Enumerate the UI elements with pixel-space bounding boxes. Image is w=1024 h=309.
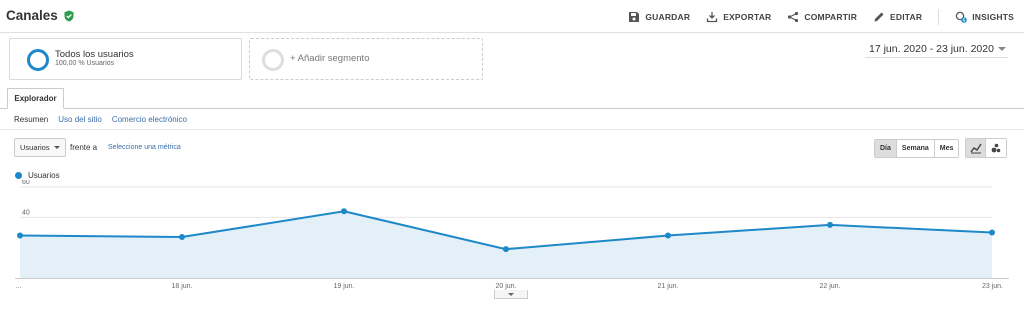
data-point (989, 229, 995, 236)
edit-label: EDITAR (890, 11, 923, 22)
x-tick-label: 21 jun. (657, 283, 678, 290)
subtab-divider (0, 129, 1024, 130)
data-point (665, 232, 671, 239)
page-title-wrap: Canales (6, 8, 75, 23)
period-toggle: Día Semana Mes (874, 139, 960, 158)
select-metric-link[interactable]: Seleccione una métrica (108, 144, 181, 151)
save-label: GUARDAR (645, 11, 691, 22)
period-week-button[interactable]: Semana (897, 140, 935, 157)
legend-label: Usuarios (28, 171, 60, 180)
header-divider (938, 8, 940, 25)
share-label: COMPARTIR (804, 11, 858, 22)
date-range-label: 17 jun. 2020 - 23 jun. 2020 (869, 42, 994, 55)
line-chart-button[interactable] (966, 139, 986, 157)
period-month-button[interactable]: Mes (935, 140, 959, 157)
y-tick-label: 40 (22, 209, 30, 216)
insights-badge: 5 (963, 17, 966, 22)
metric-select-value: Usuarios (20, 143, 50, 152)
insights-label: INSIGHTS (972, 11, 1014, 22)
data-point (503, 246, 509, 253)
data-point (179, 234, 185, 241)
tab-explorer[interactable]: Explorador (7, 88, 64, 109)
chevron-down-icon (998, 46, 1006, 51)
chart-expand-handle[interactable] (494, 290, 528, 299)
data-point (341, 208, 347, 215)
share-button[interactable]: COMPARTIR (787, 11, 857, 23)
segment-all-users[interactable]: Todos los usuarios 100,00 % Usuarios (9, 38, 242, 80)
users-line-chart: 204060…18 jun.19 jun.20 jun.21 jun.22 ju… (15, 180, 1009, 290)
y-tick-label: 60 (22, 180, 30, 186)
x-tick-label: 20 jun. (495, 283, 516, 290)
x-tick-label: … (15, 283, 22, 290)
edit-icon (874, 12, 884, 21)
save-button[interactable]: GUARDAR (628, 11, 690, 23)
x-tick-label: 23 jun. (982, 283, 1003, 290)
insights-button[interactable]: 5 INSIGHTS (955, 11, 1014, 23)
x-tick-label: 18 jun. (171, 283, 192, 290)
edit-button[interactable]: EDITAR (873, 11, 922, 23)
page-title: Canales (6, 8, 58, 23)
report-header: Canales GUARDAR EXPORTAR COMPARTIR EDITA… (0, 0, 1024, 33)
export-button[interactable]: EXPORTAR (706, 11, 771, 23)
verified-check-icon (64, 10, 74, 21)
legend-dot (15, 172, 22, 179)
tab-divider (0, 108, 1024, 109)
period-day-button[interactable]: Día (875, 140, 897, 157)
chart-type-toggle (965, 138, 1007, 158)
export-icon (707, 11, 718, 22)
save-icon (629, 11, 640, 22)
x-tick-label: 19 jun. (333, 283, 354, 290)
share-icon (788, 11, 799, 22)
subtab-site-usage[interactable]: Uso del sitio (58, 115, 102, 124)
area-fill (20, 211, 992, 278)
motion-chart-button[interactable] (986, 139, 1006, 157)
x-tick-label: 22 jun. (819, 283, 840, 290)
insights-icon: 5 (956, 11, 968, 23)
line-chart-icon (969, 143, 982, 154)
data-point (17, 232, 23, 239)
add-segment-label: + Añadir segmento (290, 53, 370, 64)
add-segment-button[interactable]: + Añadir segmento (249, 38, 483, 80)
data-point (827, 221, 833, 228)
header-actions: GUARDAR EXPORTAR COMPARTIR EDITAR 5 INSI… (628, 0, 1014, 33)
segment-color-ring (27, 49, 49, 71)
chevron-down-icon (54, 146, 60, 149)
subtab-ecommerce[interactable]: Comercio electrónico (112, 115, 187, 124)
date-range-picker[interactable]: 17 jun. 2020 - 23 jun. 2020 (865, 40, 1008, 58)
versus-label: frente a (70, 143, 98, 152)
segment-title: Todos los usuarios (55, 49, 134, 60)
segment-subtitle: 100,00 % Usuarios (55, 60, 115, 67)
bubble-chart-icon (991, 143, 1001, 153)
chart-legend: Usuarios (15, 171, 60, 180)
subtabs: Resumen Uso del sitio Comercio electróni… (14, 115, 187, 124)
export-label: EXPORTAR (723, 11, 772, 22)
chevron-down-icon (508, 293, 514, 296)
subtab-summary[interactable]: Resumen (14, 115, 48, 124)
empty-segment-ring (262, 49, 284, 71)
metric-select[interactable]: Usuarios (14, 138, 66, 157)
